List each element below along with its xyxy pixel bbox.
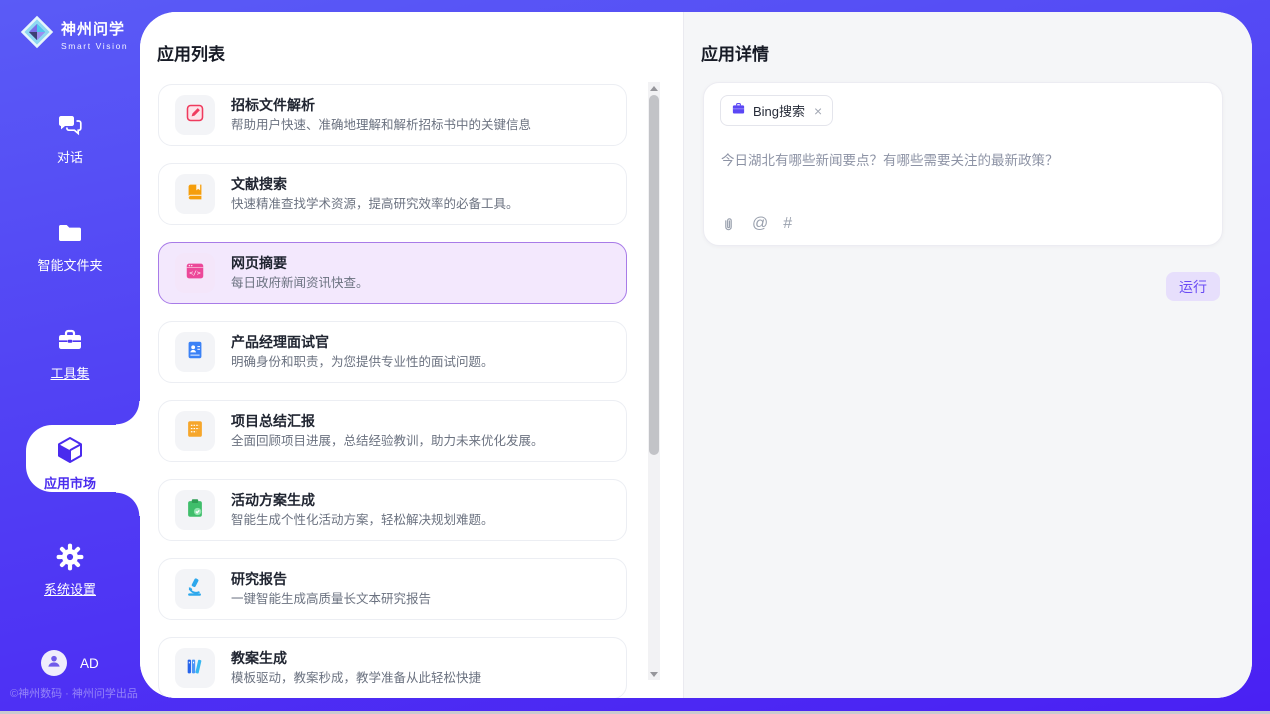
sidebar: 神州问学 Smart Vision 对话 智能文件夹 工具集 应用市场 系统设置… (0, 0, 140, 714)
app-icon-tile (175, 648, 215, 688)
app-description: 帮助用户快速、准确地理解和解析招标书中的关键信息 (231, 118, 531, 133)
app-description: 智能生成个性化活动方案，轻松解决规划难题。 (231, 513, 494, 528)
pen-edit-icon (184, 102, 206, 129)
toolbox-icon (55, 326, 85, 360)
scrollbar-thumb[interactable] (649, 95, 659, 455)
content-area: 应用列表 招标文件解析 帮助用户快速、准确地理解和解析招标书中的关键信息 文献搜… (140, 12, 1252, 698)
sidebar-item-toolset[interactable]: 工具集 (0, 326, 140, 388)
resume-icon (184, 339, 206, 366)
scroll-down-arrow[interactable] (648, 668, 660, 680)
app-logo: 神州问学 Smart Vision (19, 14, 128, 55)
app-description: 每日政府新闻资讯快查。 (231, 276, 369, 291)
app-card[interactable]: 活动方案生成 智能生成个性化活动方案，轻松解决规划难题。 (158, 479, 627, 541)
sidebar-item-app-market[interactable]: 应用市场 (0, 434, 140, 496)
user-name: AD (80, 656, 99, 671)
briefcase-icon (731, 101, 746, 121)
sidebar-item-label: 对话 (0, 147, 140, 166)
tool-tag-label: Bing搜索 (753, 101, 805, 120)
copyright-footer: ©神州数码 · 神州问学出品 (10, 685, 138, 701)
diamond-logo-icon (19, 14, 55, 55)
app-list-title: 应用列表 (157, 40, 225, 65)
app-name: 活动方案生成 (231, 492, 494, 509)
hashtag-icon[interactable]: # (783, 215, 792, 233)
app-name: 教案生成 (231, 650, 481, 667)
app-icon-tile (175, 332, 215, 372)
gear-icon (55, 542, 85, 576)
app-list-panel: 应用列表 招标文件解析 帮助用户快速、准确地理解和解析招标书中的关键信息 文献搜… (140, 12, 683, 698)
close-icon[interactable]: × (814, 104, 822, 118)
app-card-list: 招标文件解析 帮助用户快速、准确地理解和解析招标书中的关键信息 文献搜索 快速精… (158, 84, 627, 698)
sidebar-item-chat[interactable]: 对话 (0, 110, 140, 172)
app-name: 文献搜索 (231, 176, 519, 193)
chat-icon (55, 110, 85, 144)
app-icon-tile (175, 490, 215, 530)
app-name: 项目总结汇报 (231, 413, 544, 430)
person-icon (46, 653, 62, 674)
prompt-editor-card: Bing搜索 × 今日湖北有哪些新闻要点？有哪些需要关注的最新政策？ @ # (703, 82, 1223, 246)
app-icon-tile (175, 411, 215, 451)
sidebar-item-label: 应用市场 (0, 473, 140, 492)
app-detail-title: 应用详情 (701, 40, 769, 65)
app-description: 明确身份和职责，为您提供专业性的面试问题。 (231, 355, 494, 370)
app-card[interactable]: 教案生成 模板驱动，教案秒成，教学准备从此轻松快捷 (158, 637, 627, 698)
mention-at-icon[interactable]: @ (752, 215, 768, 233)
app-name: 网页摘要 (231, 255, 369, 272)
run-button[interactable]: 运行 (1166, 272, 1220, 301)
sidebar-item-label: 工具集 (0, 363, 140, 382)
app-icon-tile (175, 174, 215, 214)
app-name: 研究报告 (231, 571, 431, 588)
microscope-icon (184, 576, 206, 603)
app-name: 产品经理面试官 (231, 334, 494, 351)
folder-icon (55, 218, 85, 252)
svg-text:</>: </> (189, 269, 201, 277)
app-description: 全面回顾项目进展，总结经验教训，助力未来优化发展。 (231, 434, 544, 449)
user-account[interactable]: AD (0, 650, 140, 676)
sidebar-item-label: 系统设置 (0, 579, 140, 598)
logo-title: 神州问学 (61, 21, 125, 38)
app-description: 模板驱动，教案秒成，教学准备从此轻松快捷 (231, 671, 481, 686)
logo-subtitle: Smart Vision (61, 41, 128, 51)
app-icon-tile (175, 569, 215, 609)
app-card[interactable]: 招标文件解析 帮助用户快速、准确地理解和解析招标书中的关键信息 (158, 84, 627, 146)
scroll-up-arrow[interactable] (648, 82, 660, 94)
book-icon (184, 181, 206, 208)
app-description: 快速精准查找学术资源，提高研究效率的必备工具。 (231, 197, 519, 212)
app-description: 一键智能生成高质量长文本研究报告 (231, 592, 431, 607)
app-card[interactable]: </> 网页摘要 每日政府新闻资讯快查。 (158, 242, 627, 304)
input-toolbar: @ # (720, 215, 792, 233)
browser-code-icon: </> (184, 260, 206, 287)
sidebar-item-label: 智能文件夹 (0, 255, 140, 274)
sidebar-item-smart-folder[interactable]: 智能文件夹 (0, 218, 140, 280)
app-card[interactable]: 文献搜索 快速精准查找学术资源，提高研究效率的必备工具。 (158, 163, 627, 225)
sidebar-item-settings[interactable]: 系统设置 (0, 542, 140, 604)
app-icon-tile (175, 95, 215, 135)
app-card[interactable]: 产品经理面试官 明确身份和职责，为您提供专业性的面试问题。 (158, 321, 627, 383)
app-card[interactable]: 项目总结汇报 全面回顾项目进展，总结经验教训，助力未来优化发展。 (158, 400, 627, 462)
app-card[interactable]: 研究报告 一键智能生成高质量长文本研究报告 (158, 558, 627, 620)
app-detail-panel: 应用详情 Bing搜索 × 今日湖北有哪些新闻要点？有哪些需要关注的最新政策？ … (683, 12, 1252, 698)
app-icon-tile: </> (175, 253, 215, 293)
avatar (41, 650, 67, 676)
tool-tag-bing-search[interactable]: Bing搜索 × (720, 95, 833, 126)
prompt-text-input[interactable]: 今日湖北有哪些新闻要点？有哪些需要关注的最新政策？ (721, 149, 1206, 169)
books-icon (184, 655, 206, 682)
clipboard-check-icon (184, 497, 206, 524)
report-icon (184, 418, 206, 445)
paperclip-icon[interactable] (720, 216, 737, 233)
scrollbar[interactable] (648, 82, 660, 680)
cube-icon (54, 434, 86, 468)
app-name: 招标文件解析 (231, 97, 531, 114)
